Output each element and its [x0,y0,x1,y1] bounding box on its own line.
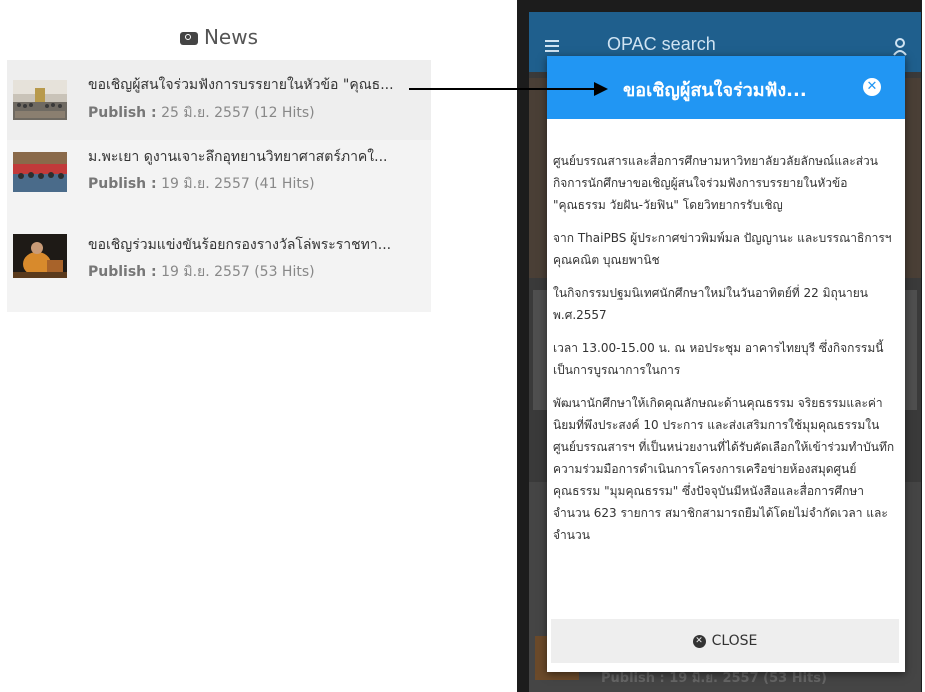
news-thumbnail [13,234,67,278]
news-thumbnail [13,80,67,120]
modal-paragraph: เวลา 13.00-15.00 น. ณ หอประชุม อาคารไทยบ… [553,341,884,377]
hamburger-menu-icon[interactable] [545,40,559,55]
app-title: OPAC search [607,34,716,54]
modal-paragraph: พัฒนานักศึกษาให้เกิดคุณลักษณะด้านคุณธรรม… [553,396,895,542]
news-publish-info: Publish : 19 มิ.ย. 2557 (41 Hits) [88,173,315,195]
annotation-arrow-line [409,88,596,90]
close-button-label: CLOSE [711,633,758,649]
publish-label: Publish : [88,264,157,280]
modal-body: ศูนย์บรรณสารและสื่อการศึกษามหาวิทยาลัยวล… [553,150,899,557]
publish-value: 25 มิ.ย. 2557 (12 Hits) [161,105,315,121]
news-header: News [7,14,431,60]
news-detail-modal: ขอเชิญผู้สนใจร่วมฟัง... ✕ ศูนย์บรรณสารแล… [547,56,905,672]
news-list: ขอเชิญผู้สนใจร่วมฟังการบรรยายในหัวข้อ "ค… [7,60,431,312]
camera-icon [179,31,198,45]
news-title[interactable]: ขอเชิญร่วมแข่งขันร้อยกรองรางวัลโล่พระราช… [88,234,423,256]
modal-paragraph: จาก ThaiPBS ผู้ประกาศข่าวพิมพ์มล ปัญญานะ… [553,231,892,267]
close-button[interactable]: ✕ CLOSE [551,619,899,663]
publish-label: Publish : [88,105,157,121]
news-item[interactable]: ขอเชิญผู้สนใจร่วมฟังการบรรยายในหัวข้อ "ค… [7,60,431,140]
news-item[interactable]: ขอเชิญร่วมแข่งขันร้อยกรองรางวัลโล่พระราช… [7,230,431,310]
news-title[interactable]: ม.พะเยา ดูงานเจาะลึกอุทยานวิทยาศาสตร์ภาค… [88,146,423,168]
news-header-title: News [203,25,259,49]
news-publish-info: Publish : 19 มิ.ย. 2557 (53 Hits) [88,261,315,283]
close-icon: ✕ [692,634,706,648]
user-icon[interactable] [893,38,907,56]
close-circle-icon[interactable]: ✕ [863,78,881,96]
publish-value: 19 มิ.ย. 2557 (53 Hits) [161,264,315,280]
modal-paragraph: ในกิจกรรมปฐมนิเทศนักศึกษาใหม่ในวันอาทิตย… [553,286,868,322]
news-panel: News ขอเชิญผู้สนใจร่วมฟังการบรรยายในหัวข… [7,14,431,312]
news-publish-info: Publish : 25 มิ.ย. 2557 (12 Hits) [88,102,315,124]
modal-title: ขอเชิญผู้สนใจร่วมฟัง... [623,80,807,101]
news-item[interactable]: ม.พะเยา ดูงานเจาะลึกอุทยานวิทยาศาสตร์ภาค… [7,146,431,226]
publish-label: Publish : [88,176,157,192]
modal-paragraph: ศูนย์บรรณสารและสื่อการศึกษามหาวิทยาลัยวล… [553,154,878,212]
news-title[interactable]: ขอเชิญผู้สนใจร่วมฟังการบรรยายในหัวข้อ "ค… [88,74,423,96]
annotation-arrow-head [594,82,608,96]
news-thumbnail [13,152,67,192]
publish-value: 19 มิ.ย. 2557 (41 Hits) [161,176,315,192]
